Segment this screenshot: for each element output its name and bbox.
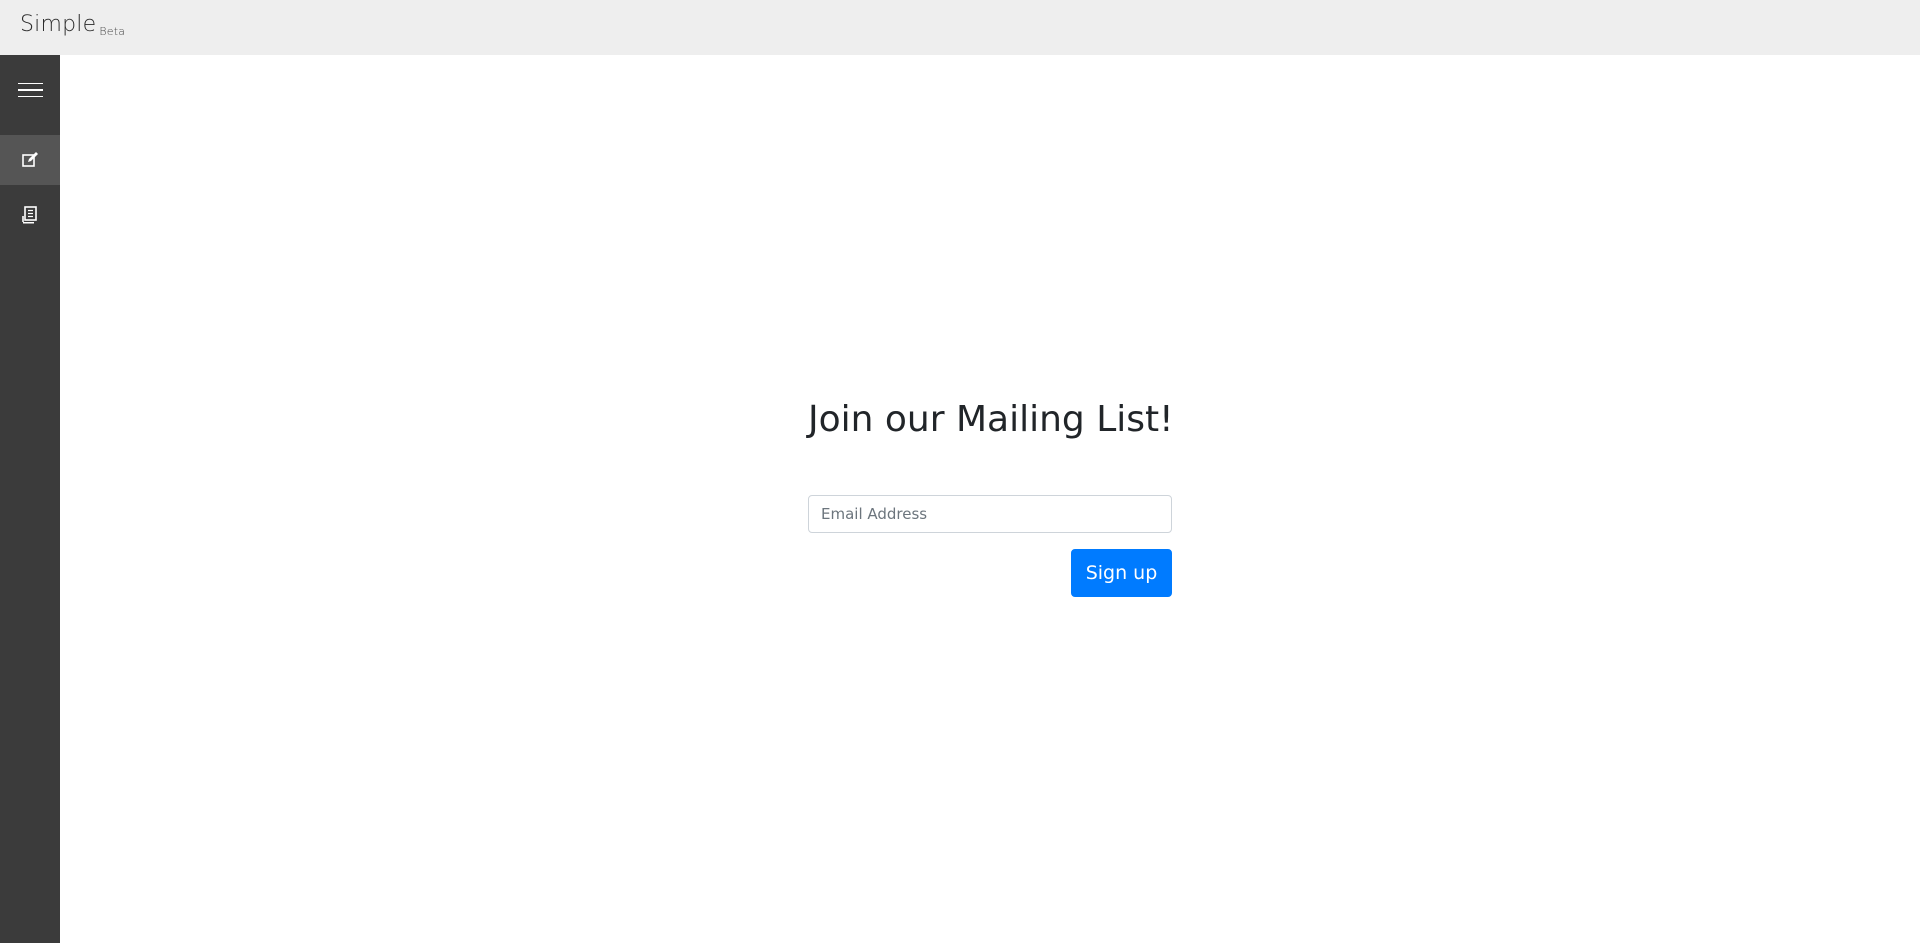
- hamburger-menu-icon: [17, 78, 43, 103]
- top-bar: Simple Beta: [0, 0, 1920, 55]
- page-title: Join our Mailing List!: [808, 399, 1174, 440]
- document-icon: [22, 205, 37, 223]
- sidebar: [0, 55, 60, 943]
- brand-name: Simple: [20, 12, 97, 37]
- sidebar-item-edit[interactable]: [0, 135, 60, 185]
- edit-square-icon: [22, 152, 38, 167]
- brand-logo[interactable]: Simple Beta: [20, 12, 126, 38]
- sign-up-button[interactable]: Sign up: [1071, 549, 1172, 597]
- beta-badge: Beta: [99, 25, 126, 38]
- email-field[interactable]: [808, 495, 1172, 533]
- sidebar-item-document[interactable]: [0, 192, 60, 237]
- main-content: Join our Mailing List! Sign up: [60, 55, 1920, 943]
- sidebar-menu-toggle[interactable]: [0, 70, 60, 110]
